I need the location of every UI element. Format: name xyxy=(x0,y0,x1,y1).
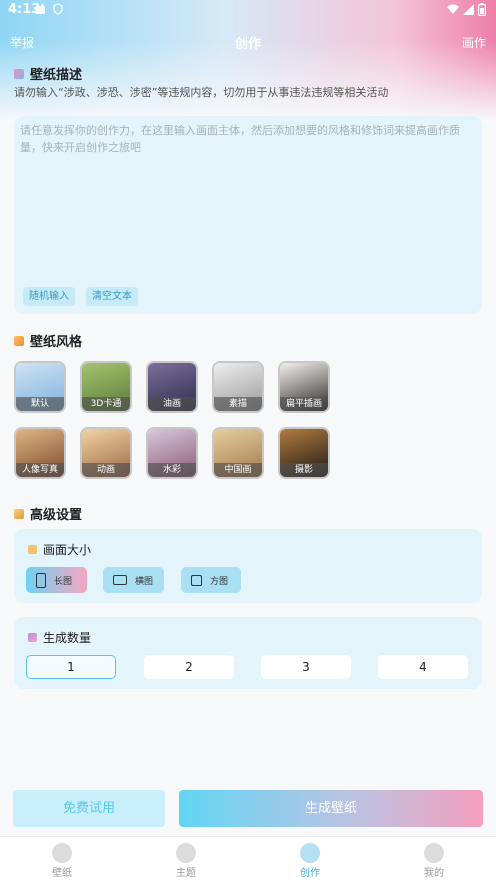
tab-theme[interactable]: 主题 xyxy=(124,837,248,882)
frame-icon xyxy=(28,545,37,554)
wallpaper-desc-icon xyxy=(14,68,24,79)
shield-notification-icon xyxy=(52,3,64,15)
create-tab-icon xyxy=(300,843,320,863)
image-size-title-text: 画面大小 xyxy=(43,543,92,557)
random-input-chip[interactable]: 随机输入 xyxy=(23,287,75,306)
tab-create[interactable]: 创作 xyxy=(248,837,372,882)
advanced-title-text: 高级设置 xyxy=(30,508,83,523)
settings-box-icon xyxy=(14,508,24,519)
status-bar: 4:13 xyxy=(0,0,496,20)
nav-bar: 举报 创作 画作 xyxy=(0,30,496,54)
style-label: 油画 xyxy=(148,397,196,411)
style-item-sketch[interactable]: 素描 xyxy=(212,361,264,413)
style-item-oil-painting[interactable]: 油画 xyxy=(146,361,198,413)
description-input-box[interactable]: 请任意发挥你的创作力，在这里输入画面主体，然后添加想要的风格和修饰词来提高画作质… xyxy=(14,116,482,314)
count-option-3[interactable]: 3 xyxy=(261,655,351,679)
style-label: 中国画 xyxy=(214,463,262,477)
image-size-card: 画面大小 长图 横图 方图 xyxy=(14,529,482,603)
theme-tab-icon xyxy=(176,843,196,863)
flag-icon xyxy=(28,633,37,642)
tab-label: 我的 xyxy=(424,868,444,879)
page-title: 创作 xyxy=(234,37,261,52)
style-label: 人像写真 xyxy=(16,463,64,477)
content-warning: 请勿输入“涉政、涉恐、涉密”等违规内容，切勿用于从事违法违规等相关活动 xyxy=(14,86,389,99)
tab-wallpaper[interactable]: 壁纸 xyxy=(0,837,124,882)
signal-icon xyxy=(463,4,474,19)
style-label: 水彩 xyxy=(148,463,196,477)
size-option-label: 长图 xyxy=(54,576,73,587)
cat-notification-icon xyxy=(34,3,46,15)
wifi-icon xyxy=(447,4,459,19)
style-item-watercolor[interactable]: 水彩 xyxy=(146,427,198,479)
styles-title-text: 壁纸风格 xyxy=(30,335,83,350)
styles-section-title: 壁纸风格 xyxy=(14,331,82,350)
style-label: 动画 xyxy=(82,463,130,477)
square-icon xyxy=(191,574,202,586)
free-trial-button[interactable]: 免费试用 xyxy=(13,790,165,827)
portrait-icon xyxy=(36,572,46,588)
profile-tab-icon xyxy=(424,843,444,863)
style-item-anime[interactable]: 动画 xyxy=(80,427,132,479)
count-option-1[interactable]: 1 xyxy=(26,655,116,679)
tab-label: 主题 xyxy=(176,868,196,879)
description-section-title: 壁纸描述 xyxy=(14,64,82,83)
size-option-label: 方图 xyxy=(210,576,229,587)
style-label: 素描 xyxy=(214,397,262,411)
count-option-2[interactable]: 2 xyxy=(144,655,234,679)
advanced-section-title: 高级设置 xyxy=(14,504,82,523)
palette-icon xyxy=(14,335,24,346)
tab-label: 创作 xyxy=(300,868,320,879)
image-size-title: 画面大小 xyxy=(28,541,91,558)
description-title-text: 壁纸描述 xyxy=(30,68,83,83)
style-label: 3D卡通 xyxy=(82,397,130,411)
generate-count-card: 生成数量 1 2 3 4 xyxy=(14,617,482,689)
style-label: 扁平插画 xyxy=(280,397,328,411)
style-label: 默认 xyxy=(16,397,64,411)
generate-wallpaper-button[interactable]: 生成壁纸 xyxy=(179,790,483,827)
style-item-flat-illustration[interactable]: 扁平插画 xyxy=(278,361,330,413)
size-option-square[interactable]: 方图 xyxy=(181,567,241,593)
battery-icon xyxy=(478,3,487,20)
style-item-portrait[interactable]: 人像写真 xyxy=(14,427,66,479)
style-item-3d-cartoon[interactable]: 3D卡通 xyxy=(80,361,132,413)
wallpaper-tab-icon xyxy=(52,843,72,863)
style-item-photography[interactable]: 摄影 xyxy=(278,427,330,479)
bottom-tab-bar: 壁纸 主题 创作 我的 xyxy=(0,836,496,882)
style-item-default[interactable]: 默认 xyxy=(14,361,66,413)
style-item-chinese-painting[interactable]: 中国画 xyxy=(212,427,264,479)
style-label: 摄影 xyxy=(280,463,328,477)
tab-label: 壁纸 xyxy=(52,868,72,879)
size-option-tall[interactable]: 长图 xyxy=(26,567,87,593)
landscape-icon xyxy=(113,575,127,585)
size-option-wide[interactable]: 横图 xyxy=(103,567,164,593)
artworks-link[interactable]: 画作 xyxy=(462,34,486,51)
count-option-4[interactable]: 4 xyxy=(378,655,468,679)
size-option-label: 横图 xyxy=(135,576,154,587)
clear-text-chip[interactable]: 清空文本 xyxy=(86,287,138,306)
tab-mine[interactable]: 我的 xyxy=(372,837,496,882)
generate-count-title: 生成数量 xyxy=(28,629,91,646)
generate-count-title-text: 生成数量 xyxy=(43,631,92,645)
description-placeholder[interactable]: 请任意发挥你的创作力，在这里输入画面主体，然后添加想要的风格和修饰词来提高画作质… xyxy=(20,122,474,156)
